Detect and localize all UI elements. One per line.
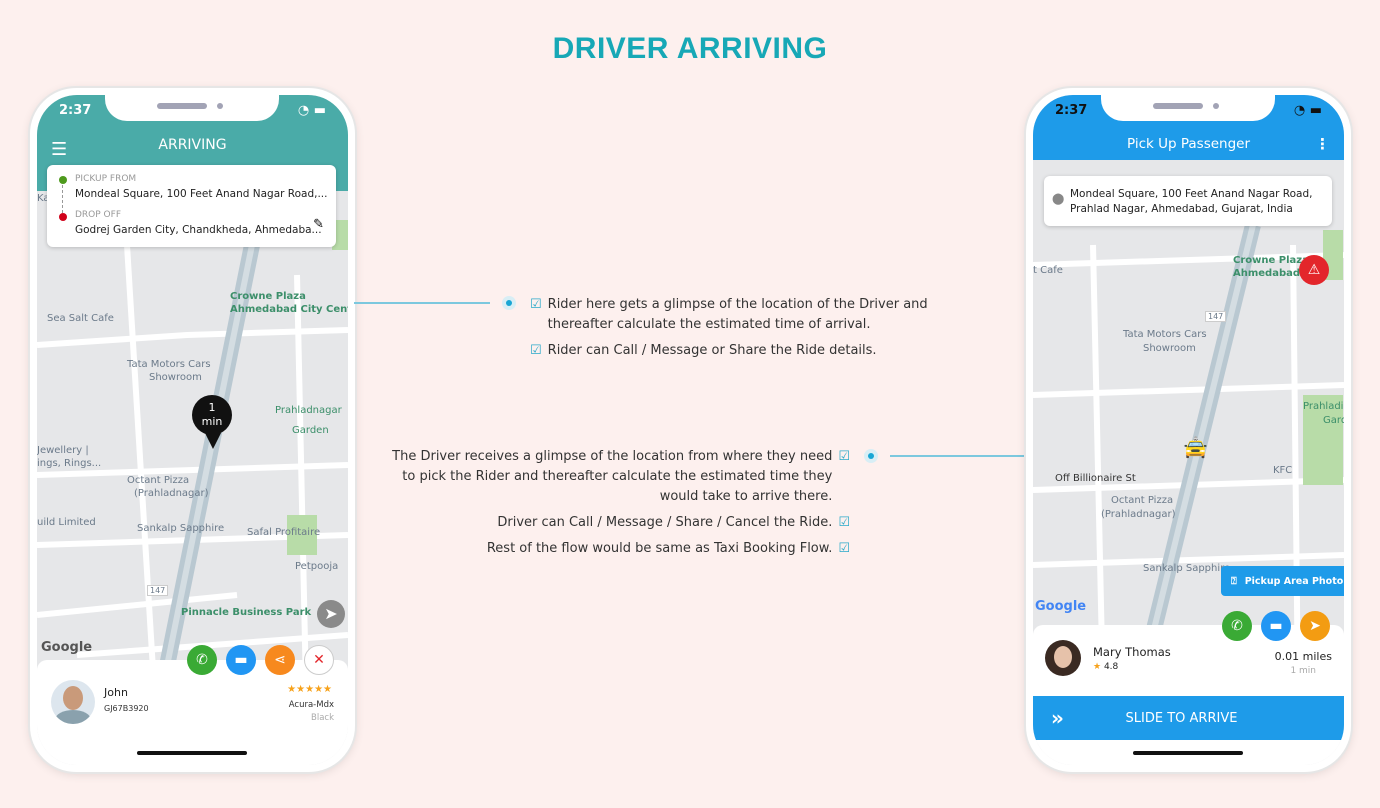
car-model: Acura-Mdx <box>288 700 334 710</box>
map-label: Gard <box>1323 415 1344 426</box>
map-label: Showroom <box>149 372 202 383</box>
share-button[interactable]: ⋖ <box>265 645 295 675</box>
dropoff-label: DROP OFF <box>75 210 121 220</box>
eta-bubble: 1 min <box>192 395 232 435</box>
check-icon: ☑ <box>838 449 850 464</box>
map-label: (Prahladnagar) <box>134 488 209 499</box>
header-title: Pick Up Passenger <box>1126 136 1251 152</box>
map-label: Garden <box>292 425 329 436</box>
slide-to-arrive-slider[interactable]: » SLIDE TO ARRIVE <box>1033 696 1344 740</box>
rider-notes: ☑ Rider here gets a glimpse of the locati… <box>530 295 990 367</box>
driver-plate: GJ67B3920 <box>104 704 149 713</box>
avatar <box>51 680 95 724</box>
location-pin-icon: ⬤ <box>1052 192 1065 205</box>
passenger-rating: ★ 4.8 <box>1093 662 1119 672</box>
navigate-button[interactable]: ➤ <box>1300 611 1330 641</box>
check-icon: ☑ <box>838 541 850 556</box>
page-title: DRIVER ARRIVING <box>552 32 828 65</box>
eta: 1 min <box>1290 666 1316 676</box>
driver-name: John <box>104 686 128 699</box>
status-bar: 2:37 ◔ ▬ <box>59 103 326 118</box>
star-icon: ★ <box>1093 662 1102 672</box>
road-shield: 147 <box>147 585 169 596</box>
passenger-name: Mary Thomas <box>1093 645 1171 659</box>
map-label: Crowne Plaza <box>230 291 306 302</box>
distance: 0.01 miles <box>1274 650 1332 663</box>
map-label: Pinnacle Business Park <box>181 607 312 618</box>
map-label: Off Billionaire St <box>1055 473 1136 484</box>
header-title: ARRIVING <box>158 137 227 153</box>
map-label: (Prahladnagar) <box>1101 509 1176 520</box>
navigation-icon[interactable]: ➤ <box>317 600 345 628</box>
check-icon: ☑ <box>530 297 542 312</box>
message-button[interactable]: ▬ <box>226 645 256 675</box>
map-label: Prahladi <box>1303 401 1344 412</box>
message-button[interactable]: ▬ <box>1261 611 1291 641</box>
route-card: PICKUP FROM Mondeal Square, 100 Feet Ana… <box>47 165 336 247</box>
map-label: Jewellery | <box>37 445 89 456</box>
pickup-address: Mondeal Square, 100 Feet Anand Nagar Roa… <box>1070 188 1313 215</box>
map-label: t Cafe <box>1033 265 1063 276</box>
road-shield: 147 <box>1205 311 1227 322</box>
map-label: uild Limited <box>37 517 96 528</box>
sos-alarm-icon[interactable]: ⚠ <box>1299 255 1329 285</box>
pickup-address-card[interactable]: ⬤ Mondeal Square, 100 Feet Anand Nagar R… <box>1044 176 1332 226</box>
map-label: Showroom <box>1143 343 1196 354</box>
cancel-button[interactable]: ✕ <box>304 645 334 675</box>
call-button[interactable]: ✆ <box>1222 611 1252 641</box>
status-bar: 2:37 ◔ ▬ <box>1055 103 1322 118</box>
edit-icon[interactable]: ✎ <box>313 217 324 232</box>
rider-phone: Ka Crowne Plaza Ahmedabad City Centre Se… <box>30 88 355 772</box>
google-logo: Google <box>41 640 93 655</box>
car-icon: 🚖 <box>1183 435 1208 459</box>
driver-notes: The Driver receives a glimpse of the loc… <box>380 447 850 565</box>
pickup-address[interactable]: Mondeal Square, 100 Feet Anand Nagar Roa… <box>75 188 327 200</box>
dropoff-address[interactable]: Godrej Garden City, Chandkheda, Ahmedaba… <box>75 224 322 236</box>
map-label: Sankalp Sapphire <box>137 523 225 534</box>
check-icon: ☑ <box>838 515 850 530</box>
call-button[interactable]: ✆ <box>187 645 217 675</box>
map-label: Octant Pizza <box>127 475 190 486</box>
map-label: Tata Motors Cars <box>1123 329 1207 340</box>
map-label: ings, Rings... <box>37 458 102 469</box>
map-label: Sea Salt Cafe <box>47 313 114 324</box>
map-label: Tata Motors Cars <box>127 359 211 370</box>
map-label: Crowne Plaza <box>1233 255 1309 266</box>
avatar <box>1045 640 1081 676</box>
dropoff-dot-icon <box>59 213 67 221</box>
google-logo: Google <box>1035 599 1087 614</box>
check-icon: ☑ <box>530 343 542 358</box>
map-label: Ahmedabad City Centre <box>230 304 348 315</box>
pickup-area-photo-button[interactable]: ⍰ Pickup Area Photo <box>1221 566 1344 596</box>
map-label: Octant Pizza <box>1111 495 1174 506</box>
more-options-icon[interactable]: ⋮ <box>1315 135 1330 153</box>
driver-panel: John GJ67B3920 ★★★★★ Acura-Mdx Black <box>37 660 348 765</box>
photo-question-icon: ⍰ <box>1231 575 1237 587</box>
map-label: Prahladnagar <box>275 405 342 416</box>
car-color: Black <box>311 713 334 723</box>
map-label: Sankalp Sapphire <box>1143 563 1231 574</box>
driver-phone: Crowne Plaza Ahmedabad C t Cafe Tata Mot… <box>1026 88 1351 772</box>
rating-stars: ★★★★★ <box>287 684 332 695</box>
map-label: Petpooja <box>295 561 339 572</box>
map-label: KFC <box>1273 465 1293 476</box>
pickup-dot-icon <box>59 176 67 184</box>
passenger-panel: Mary Thomas ★ 4.8 0.01 miles 1 min » SLI… <box>1033 625 1344 765</box>
pickup-label: PICKUP FROM <box>75 174 137 184</box>
map-label: Safal Profitaire <box>247 527 321 538</box>
